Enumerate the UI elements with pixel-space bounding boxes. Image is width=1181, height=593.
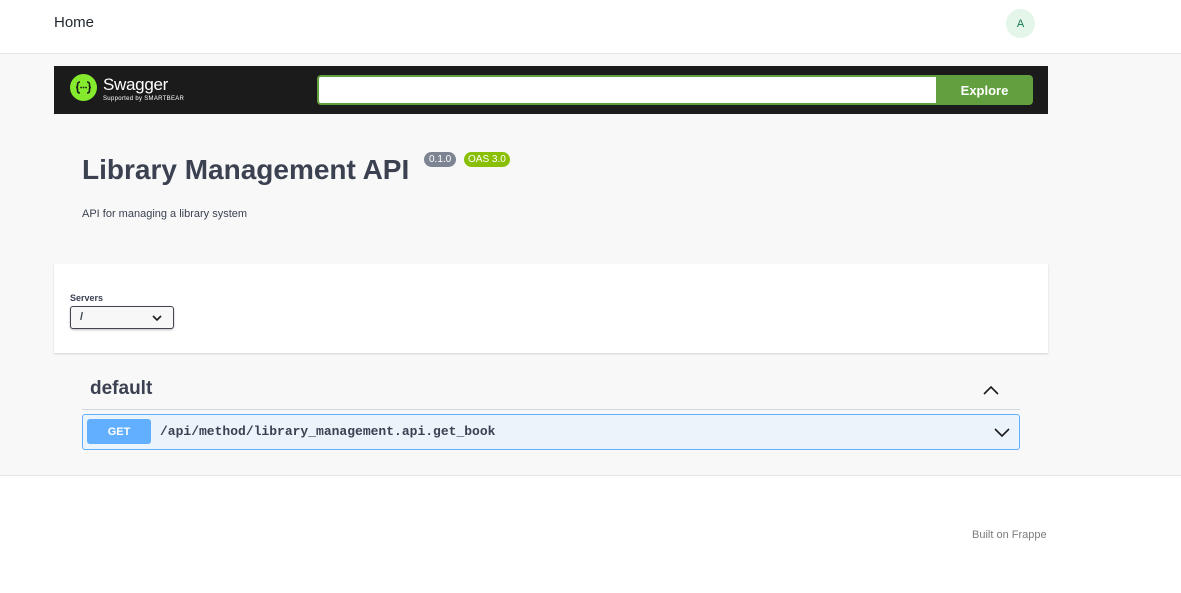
tag-section-default[interactable]: default bbox=[82, 368, 1020, 410]
servers-select[interactable]: / bbox=[70, 306, 174, 329]
version-badge: 0.1.0 bbox=[424, 152, 457, 167]
explore-button[interactable]: Explore bbox=[936, 75, 1033, 105]
servers-panel: Servers / bbox=[54, 264, 1048, 353]
swagger-logo-subtitle: Supported by SMARTBEAR bbox=[103, 96, 185, 102]
api-title: Library Management API bbox=[82, 154, 410, 185]
chevron-down-icon[interactable] bbox=[993, 426, 1011, 440]
oas-version-badge: OAS 3.0 bbox=[464, 152, 510, 167]
api-description: API for managing a library system bbox=[82, 208, 248, 220]
home-link[interactable]: Home bbox=[54, 14, 94, 31]
spec-url-input[interactable] bbox=[317, 75, 937, 105]
built-on-frappe-link[interactable]: Built on Frappe bbox=[972, 529, 1047, 541]
tag-name: default bbox=[90, 378, 153, 399]
swagger-logo[interactable]: Swagger Supported by SMARTBEAR bbox=[70, 74, 184, 102]
chevron-up-icon[interactable] bbox=[982, 383, 1000, 397]
operation-get-book[interactable]: GET /api/method/library_management.api.g… bbox=[82, 414, 1020, 450]
chevron-down-icon bbox=[152, 315, 162, 322]
avatar[interactable]: A bbox=[1006, 9, 1035, 38]
servers-selected-value: / bbox=[80, 311, 84, 323]
servers-label: Servers bbox=[70, 293, 104, 303]
swagger-logo-name: Swagger bbox=[103, 75, 168, 94]
operation-path: /api/method/library_management.api.get_b… bbox=[160, 424, 496, 439]
swagger-logo-icon bbox=[70, 74, 97, 101]
swagger-topbar: Swagger Supported by SMARTBEAR Explore bbox=[54, 66, 1048, 114]
method-badge: GET bbox=[87, 419, 151, 444]
top-navbar: Home A bbox=[0, 0, 1181, 54]
